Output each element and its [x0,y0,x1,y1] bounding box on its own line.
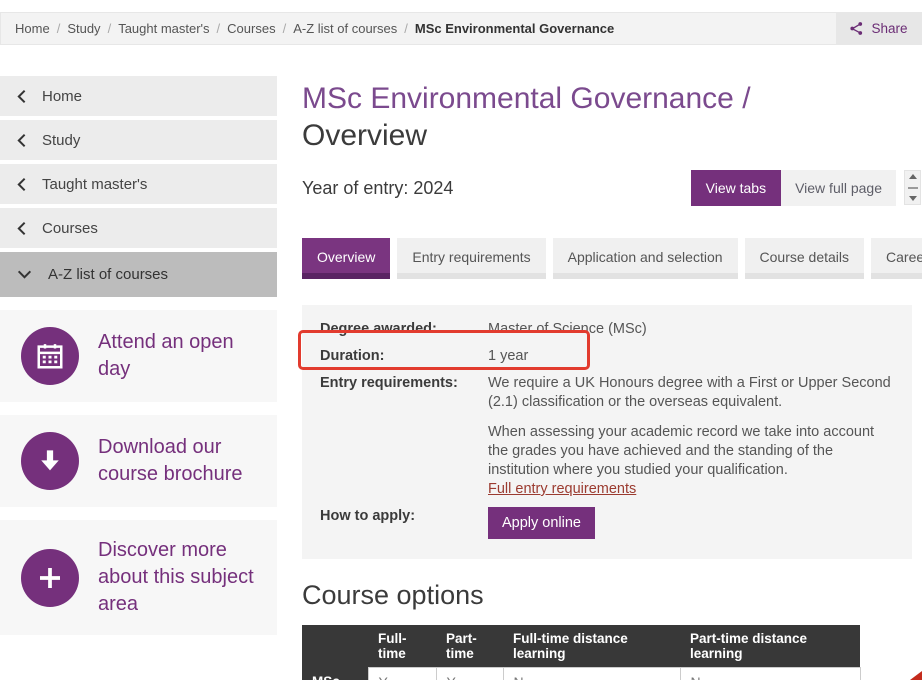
scroll-down-icon[interactable] [909,196,917,201]
table-row-label: MSc [302,668,368,680]
breadcrumb-separator: / [57,21,61,36]
duration-row: Duration: 1 year [320,347,894,366]
year-of-entry: Year of entry: 2024 [302,178,691,199]
download-brochure-link[interactable]: Download our course brochure [0,415,277,507]
table-cell-part-time: Y [436,668,503,680]
breadcrumb-link-courses[interactable]: Courses [227,21,275,36]
page-title-section: Overview [302,117,912,154]
table-cell-ft-distance: N [503,668,680,680]
table-header-ft-distance: Full-time distance learning [503,625,680,668]
entry-requirements-paragraph: We require a UK Honours degree with a Fi… [488,374,894,412]
attend-open-day-link[interactable]: Attend an open day [0,310,277,402]
table-header-full-time: Full-time [368,625,436,668]
share-label: Share [871,21,907,36]
course-summary-panel: Degree awarded: Master of Science (MSc) … [302,305,912,559]
chevron-down-icon [17,270,32,279]
apply-online-button[interactable]: Apply online [488,507,595,539]
table-cell-pt-distance: N [680,668,860,680]
view-tabs-button[interactable]: View tabs [691,170,781,206]
how-to-apply-value: Apply online [488,507,894,543]
share-icon [849,21,864,36]
page-title-course: MSc Environmental Governance / [302,80,912,117]
degree-awarded-row: Degree awarded: Master of Science (MSc) [320,320,894,339]
view-full-page-button[interactable]: View full page [781,170,896,206]
breadcrumb-trail: Home / Study / Taught master's / Courses… [1,13,836,44]
chevron-left-icon [17,177,26,192]
degree-awarded-label: Degree awarded: [320,320,488,339]
calendar-icon [21,327,79,385]
breadcrumb-separator: / [217,21,221,36]
download-icon [21,432,79,490]
scroll-up-icon[interactable] [909,174,917,179]
tab-course-details[interactable]: Course details [745,238,865,279]
sidebar-item-label: Study [42,132,80,149]
scrollbar-thumb[interactable] [908,187,918,189]
table-header-part-time: Part-time [436,625,503,668]
plus-icon [21,549,79,607]
sidebar-item-label: Taught master's [42,176,147,193]
sidebar-item-study[interactable]: Study [0,120,277,160]
breadcrumb-link-study[interactable]: Study [67,21,100,36]
course-options-heading: Course options [302,579,912,611]
sidebar-item-home[interactable]: Home [0,76,277,116]
table-row: MSc Y Y N N [302,668,860,680]
table-header-pt-distance: Part-time distance learning [680,625,860,668]
page-title: MSc Environmental Governance / Overview [302,80,912,154]
sidebar-item-label: Courses [42,220,98,237]
year-of-entry-row: Year of entry: 2024 View tabs View full … [302,170,912,206]
tab-bar: Overview Entry requirements Application … [302,238,912,279]
course-options-table: Full-time Part-time Full-time distance l… [302,625,861,680]
table-header-row: Full-time Part-time Full-time distance l… [302,625,860,668]
chevron-left-icon [17,133,26,148]
page: Home / Study / Taught master's / Courses… [0,0,922,680]
breadcrumb-link-home[interactable]: Home [15,21,50,36]
breadcrumb-current: MSc Environmental Governance [415,21,614,36]
main-content: MSc Environmental Governance / Overview … [302,80,912,680]
chevron-left-icon [17,221,26,236]
sidebar-item-label: Home [42,88,82,105]
tab-overview[interactable]: Overview [302,238,390,279]
breadcrumb: Home / Study / Taught master's / Courses… [0,12,922,45]
breadcrumb-separator: / [404,21,408,36]
entry-requirements-paragraph: When assessing your academic record we t… [488,423,894,480]
how-to-apply-label: How to apply: [320,507,488,543]
sidebar-item-az-list-of-courses[interactable]: A-Z list of courses [0,252,277,297]
chevron-left-icon [17,89,26,104]
discover-subject-area-link[interactable]: Discover more about this subject area [0,520,277,635]
degree-awarded-value: Master of Science (MSc) [488,320,894,339]
tab-application-and-selection[interactable]: Application and selection [553,238,738,279]
mini-scrollbar[interactable] [904,170,921,205]
duration-value: 1 year [488,347,894,366]
entry-requirements-label: Entry requirements: [320,374,488,499]
full-entry-requirements-link[interactable]: Full entry requirements [488,481,636,497]
tab-entry-requirements[interactable]: Entry requirements [397,238,545,279]
duration-label: Duration: [320,347,488,366]
table-cell-full-time: Y [368,668,436,680]
red-corner-mark [910,671,922,680]
sidebar: Home Study Taught master's Courses A-Z l… [0,76,277,635]
sidebar-item-label: A-Z list of courses [48,266,168,283]
share-button[interactable]: Share [836,13,921,44]
promo-label: Discover more about this subject area [98,537,267,618]
entry-requirements-value: We require a UK Honours degree with a Fi… [488,374,894,499]
promo-label: Attend an open day [98,329,267,383]
breadcrumb-link-az-list[interactable]: A-Z list of courses [293,21,397,36]
table-header-blank [302,625,368,668]
breadcrumb-separator: / [108,21,112,36]
entry-requirements-row: Entry requirements: We require a UK Hono… [320,374,894,499]
tab-careers[interactable]: Careers [871,238,922,279]
breadcrumb-link-taught-masters[interactable]: Taught master's [118,21,209,36]
promo-label: Download our course brochure [98,434,267,488]
sidebar-item-taught-masters[interactable]: Taught master's [0,164,277,204]
breadcrumb-separator: / [283,21,287,36]
sidebar-item-courses[interactable]: Courses [0,208,277,248]
how-to-apply-row: How to apply: Apply online [320,507,894,543]
